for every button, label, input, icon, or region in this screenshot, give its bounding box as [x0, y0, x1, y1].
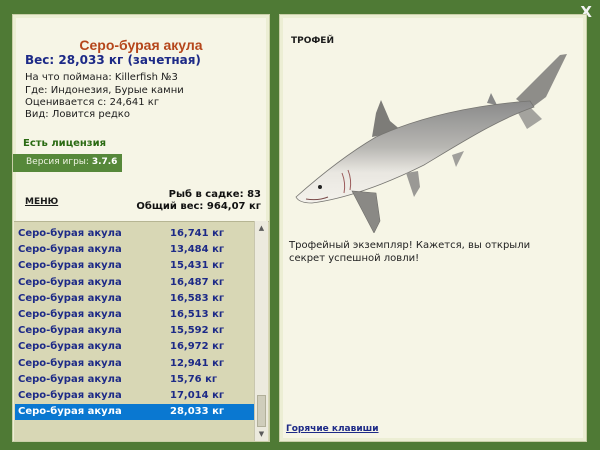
catch-list-row[interactable]: Серо-бурая акула 16,513 кг	[15, 307, 255, 323]
catch-list-row[interactable]: Серо-бурая акула 15,76 кг	[15, 372, 255, 388]
catch-fish-weight: 17,014 кг	[170, 390, 225, 401]
catch-list-row[interactable]: Серо-бурая акула 16,972 кг	[15, 339, 255, 355]
version-badge: Версия игры: 3.7.6	[13, 154, 122, 172]
catch-fish-weight: 16,972 кг	[170, 341, 225, 353]
catch-fish-weight: 13,484 кг	[170, 244, 225, 256]
catch-fish-name: Серо-бурая акула	[18, 406, 122, 418]
catch-fish-weight: 28,033 кг	[170, 406, 225, 418]
catch-fish-weight: 16,583 кг	[170, 292, 225, 304]
hotkeys-link[interactable]: Горячие клавиши	[286, 424, 379, 434]
catch-fish-name: Серо-бурая акула	[18, 260, 122, 272]
catch-list-row[interactable]: Серо-бурая акула 17,014 кг	[15, 388, 255, 404]
license-status: Есть лицензия	[23, 138, 107, 149]
catch-list[interactable]: Серо-бурая акула 16,741 кг Серо-бурая акул…	[14, 221, 269, 441]
trophy-label: ТРОФЕЙ	[291, 36, 334, 46]
catch-fish-weight: 16,741 кг	[170, 228, 225, 239]
caught-on-text: На что поймана: Killerfish №3	[25, 72, 178, 83]
catch-fish-weight: 15,592 кг	[170, 325, 225, 337]
catch-fish-name: Серо-бурая акула	[18, 228, 122, 239]
version-label: Версия игры:	[26, 157, 89, 167]
catch-fish-name: Серо-бурая акула	[18, 276, 122, 288]
catch-info-panel: Серо-бурая акула Вес: 28,033 кг (зачетна…	[12, 14, 270, 442]
catch-fish-weight: 12,941 кг	[170, 357, 225, 369]
catch-fish-name: Серо-бурая акула	[18, 292, 122, 304]
scroll-down-icon[interactable]: ▼	[255, 427, 268, 441]
catch-list-row[interactable]: Серо-бурая акула 15,431 кг	[15, 258, 255, 274]
fish-title: Серо-бурая акула	[79, 37, 203, 53]
catch-fish-name: Серо-бурая акула	[18, 357, 122, 369]
catch-fish-weight: 16,513 кг	[170, 309, 225, 320]
trophy-panel: ТРОФЕЙ Трофейный экземпляр! Кажется, вы …	[279, 14, 587, 442]
catch-list-row[interactable]: Серо-бурая акула 13,484 кг	[15, 242, 255, 258]
version-value: 3.7.6	[91, 157, 118, 167]
catch-list-row[interactable]: Серо-бурая акула 16,741 кг	[15, 226, 255, 242]
catch-fish-name: Серо-бурая акула	[18, 309, 122, 320]
catch-list-row[interactable]: Серо-бурая акула 12,941 кг	[15, 356, 255, 372]
menu-link[interactable]: МЕНЮ	[25, 197, 58, 207]
catch-list-row[interactable]: Серо-бурая акула 28,033 кг	[15, 404, 255, 421]
scroll-thumb[interactable]	[257, 395, 266, 427]
catch-fish-name: Серо-бурая акула	[18, 325, 122, 337]
catch-list-row[interactable]: Серо-бурая акула 16,583 кг	[15, 291, 255, 307]
location-text: Где: Индонезия, Бурые камни	[25, 85, 184, 96]
catch-list-row[interactable]: Серо-бурая акула 16,487 кг	[15, 275, 255, 291]
catch-fish-weight: 16,487 кг	[170, 276, 225, 288]
catch-fish-name: Серо-бурая акула	[18, 390, 122, 401]
valued-from-text: Оценивается с: 24,641 кг	[25, 97, 160, 108]
fish-weight: Вес: 28,033 кг (зачетная)	[25, 53, 201, 67]
total-weight: Общий вес: 964,07 кг	[136, 201, 261, 212]
rarity-text: Вид: Ловится редко	[25, 109, 130, 120]
catch-fish-name: Серо-бурая акула	[18, 341, 122, 353]
catch-fish-name: Серо-бурая акула	[18, 244, 122, 256]
catch-fish-weight: 15,76 кг	[170, 373, 218, 385]
fish-in-cage-count: Рыб в садке: 83	[168, 189, 261, 200]
catch-fish-weight: 15,431 кг	[170, 260, 225, 272]
catch-fish-name: Серо-бурая акула	[18, 373, 122, 385]
list-scrollbar[interactable]: ▲ ▼	[254, 221, 268, 441]
scroll-up-icon[interactable]: ▲	[255, 221, 268, 235]
catch-list-row[interactable]: Серо-бурая акула 15,592 кг	[15, 323, 255, 339]
trophy-message: Трофейный экземпляр! Кажется, вы открыли…	[289, 240, 531, 264]
shark-image	[295, 54, 567, 233]
